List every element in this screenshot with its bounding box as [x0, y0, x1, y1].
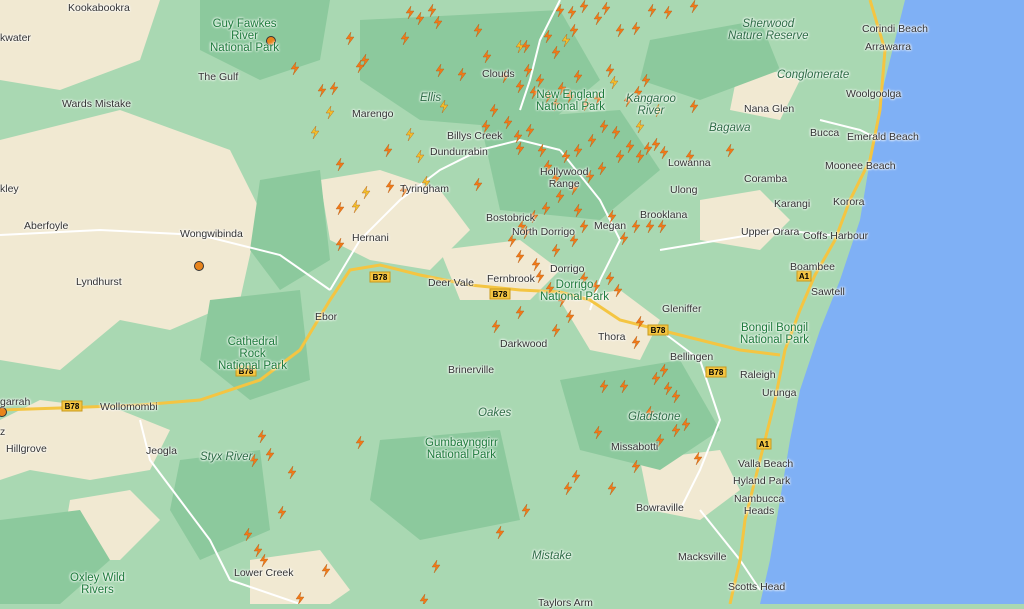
- svg-text:B78: B78: [373, 273, 388, 282]
- place-label: Boambee: [790, 261, 835, 273]
- place-label: Aberfoyle: [24, 220, 69, 232]
- place-label: Emerald Beach: [847, 131, 919, 143]
- place-label: Dorrigo: [550, 263, 585, 275]
- place-label: Tyringham: [400, 183, 450, 195]
- park-label: Guy Fawkes River National Park: [210, 18, 280, 54]
- park-label: Bongil Bongil National Park: [740, 322, 810, 346]
- park-label: Gumbaynggirr National Park: [425, 437, 498, 461]
- region-label: Bagawa: [709, 122, 751, 134]
- place-label: Hillgrove: [6, 443, 47, 455]
- park-label: Cathedral Rock National Park: [218, 336, 288, 372]
- region-label: Gladstone: [628, 411, 681, 423]
- place-label: Brooklana: [640, 209, 688, 221]
- place-label: garrah: [0, 396, 31, 408]
- svg-text:B78: B78: [65, 402, 80, 411]
- place-label: Wards Mistake: [62, 98, 132, 110]
- place-label: Darkwood: [500, 338, 548, 350]
- place-label: Jeogla: [146, 445, 177, 457]
- park-label: Oxley Wild Rivers: [70, 572, 125, 596]
- place-label: Clouds: [482, 68, 515, 80]
- place-label: Moonee Beach: [825, 160, 896, 172]
- place-label: Kookabookra: [68, 2, 130, 14]
- place-label: Coramba: [744, 173, 788, 185]
- place-label: Upper Orara: [741, 226, 800, 238]
- region-label: Styx River: [200, 451, 253, 463]
- place-label: Dundurrabin: [430, 146, 488, 158]
- place-label: Billys Creek: [447, 130, 503, 142]
- place-label: Lyndhurst: [76, 276, 122, 288]
- place-label: Lowanna: [668, 157, 711, 169]
- region-label: Mistake: [532, 550, 572, 562]
- svg-text:A1: A1: [759, 440, 770, 449]
- location-dot-icon: [194, 261, 204, 271]
- place-label: Valla Beach: [738, 458, 794, 470]
- place-label: kley: [0, 183, 19, 195]
- place-label: Ulong: [670, 184, 698, 196]
- place-label: Lower Creek: [234, 567, 294, 579]
- place-label: Wollomombi: [100, 401, 158, 413]
- place-label: Nana Glen: [744, 103, 795, 115]
- region-label: Oakes: [478, 407, 512, 419]
- place-label: Korora: [833, 196, 865, 208]
- place-label: The Gulf: [198, 71, 239, 83]
- place-label: Hollywood Range: [540, 166, 589, 190]
- place-label: Gleniffer: [662, 303, 702, 315]
- place-label: Wongwibinda: [180, 228, 243, 240]
- location-dot-icon: [0, 407, 7, 417]
- place-label: Bowraville: [636, 502, 684, 514]
- reserve-label: Sherwood Nature Reserve: [728, 18, 809, 42]
- place-label: Bucca: [810, 127, 840, 139]
- region-label: Ellis: [420, 92, 442, 104]
- place-label: Woolgoolga: [846, 88, 902, 100]
- place-label: Coffs Harbour: [803, 230, 869, 242]
- park-label: Dorrigo National Park: [540, 279, 610, 303]
- place-label: Deer Vale: [428, 277, 474, 289]
- place-label: Megan: [594, 220, 627, 232]
- place-label: Missabotti: [611, 441, 659, 453]
- place-label: Hyland Park: [733, 475, 791, 487]
- place-label: Corindi Beach: [862, 23, 928, 35]
- svg-text:B78: B78: [493, 290, 508, 299]
- place-label: Bostobrick: [486, 212, 536, 224]
- svg-text:A1: A1: [799, 272, 810, 281]
- place-label: Urunga: [762, 387, 797, 399]
- place-label: Brinerville: [448, 364, 495, 376]
- place-label: Fernbrook: [487, 273, 535, 285]
- place-label: kwater: [0, 32, 31, 44]
- place-label: Macksville: [678, 551, 727, 563]
- place-label: Hernani: [352, 232, 389, 244]
- place-label: Ebor: [315, 311, 338, 323]
- park-label: New England National Park: [536, 89, 606, 113]
- place-label: z: [0, 426, 6, 438]
- svg-text:B78: B78: [651, 326, 666, 335]
- place-label: Marengo: [352, 108, 394, 120]
- place-label: North Dorrigo: [512, 226, 576, 238]
- place-label: Raleigh: [740, 369, 776, 381]
- place-label: Nambucca Heads: [734, 493, 785, 517]
- place-label: Thora: [598, 331, 626, 343]
- svg-text:B78: B78: [709, 368, 724, 377]
- region-label: Kangaroo River: [626, 93, 676, 117]
- place-label: Bellingen: [670, 351, 714, 363]
- place-label: Taylors Arm: [538, 597, 593, 609]
- place-label: Karangi: [774, 198, 811, 210]
- place-label: Sawtell: [811, 286, 845, 298]
- place-label: Scotts Head: [728, 581, 786, 593]
- region-label: Conglomerate: [777, 69, 850, 81]
- place-label: Arrawarra: [865, 41, 912, 53]
